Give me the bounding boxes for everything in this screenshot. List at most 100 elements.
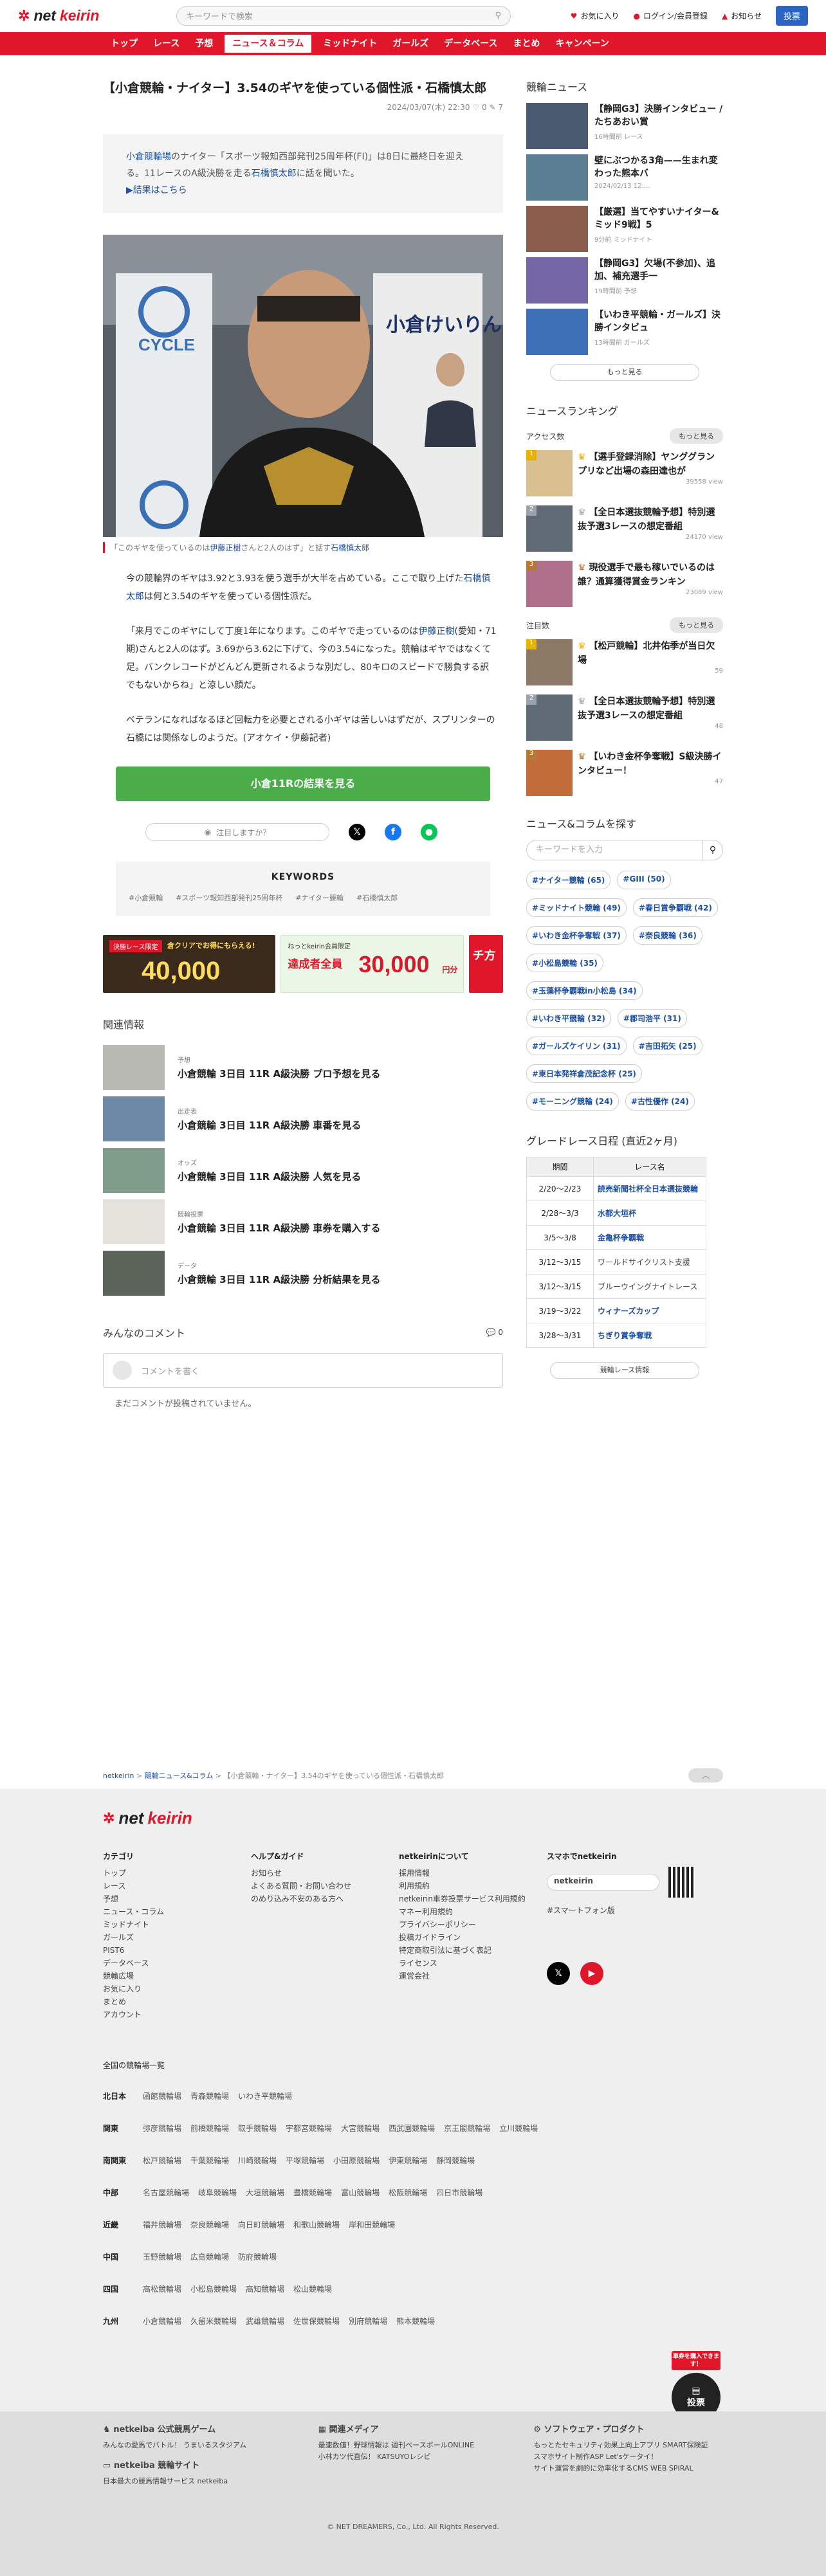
crumb-news[interactable]: 競輪ニュース&コラム bbox=[145, 1772, 214, 1780]
favorite-link[interactable]: ♥ お気に入り bbox=[571, 10, 620, 21]
campaign-banner[interactable]: チ方 bbox=[468, 935, 503, 993]
search-icon[interactable]: ⚲ bbox=[702, 840, 723, 860]
keyword-tag[interactable]: #小倉競輪 bbox=[129, 893, 163, 903]
track-link[interactable]: 平塚競輪場 bbox=[286, 2155, 324, 2166]
nav-campaign[interactable]: キャンペーン bbox=[548, 32, 617, 55]
related-item[interactable]: 予想 小倉競輪 3日目 11R A級決勝 プロ予想を見る bbox=[103, 1042, 503, 1093]
news-more-button[interactable]: もっと見る bbox=[550, 364, 699, 381]
track-link[interactable]: 富山競輪場 bbox=[341, 2187, 380, 2198]
post-button[interactable]: 投票 bbox=[775, 6, 808, 26]
footer-link[interactable]: 小林カツ代直伝！ KATSUYOレシピ bbox=[318, 2451, 508, 2463]
track-link[interactable]: 小倉競輪場 bbox=[126, 152, 171, 162]
rider-link[interactable]: 石橋慎太郎 bbox=[252, 168, 297, 179]
youtube-icon[interactable]: ▶ bbox=[580, 1962, 603, 1985]
ranking-item[interactable]: 1 ♛ 【松戸競輪】北井佑季が当日欠場 59 bbox=[526, 639, 723, 685]
footer-link[interactable]: #スマートフォン版 bbox=[547, 1904, 695, 1917]
track-link[interactable]: 玉野競輪場 bbox=[143, 2251, 181, 2262]
track-link[interactable]: 熊本競輪場 bbox=[396, 2316, 435, 2327]
race-result-button[interactable]: 小倉11Rの結果を見る bbox=[116, 766, 490, 801]
ranking-more-button[interactable]: もっと見る bbox=[670, 617, 723, 633]
ranking-more-button[interactable]: もっと見る bbox=[670, 428, 723, 444]
tag-link[interactable]: #玉藻杯争覇戦in小松島 (34) bbox=[526, 981, 643, 1000]
footer-link[interactable]: 利用規約 bbox=[399, 1880, 547, 1892]
footer-link[interactable]: ミッドナイト bbox=[103, 1918, 251, 1931]
news-item[interactable]: 【厳選】当てやすいナイター&ミッド9戦】5 9分前 ミッドナイト bbox=[526, 206, 723, 252]
footer-link[interactable]: 日本最大の競馬情報サービス netkeiba bbox=[103, 2476, 293, 2487]
campaign-banner[interactable]: ねっとkeirin会員限定 達成者全員 30,000 円分 bbox=[280, 935, 464, 993]
chevron-up-icon[interactable]: ︿ bbox=[688, 1768, 723, 1782]
track-link[interactable]: 広島競輪場 bbox=[190, 2251, 229, 2262]
tag-link[interactable]: #郡司浩平 (31) bbox=[617, 1009, 687, 1028]
track-link[interactable]: 京王閣競輪場 bbox=[444, 2123, 490, 2134]
comment-input[interactable]: コメントを書く bbox=[103, 1353, 503, 1388]
track-link[interactable]: 別府競輪場 bbox=[349, 2316, 387, 2327]
track-link[interactable]: 久留米競輪場 bbox=[190, 2316, 237, 2327]
footer-link[interactable]: お気に入り bbox=[103, 1982, 251, 1995]
ranking-item[interactable]: 2 ♛ 【全日本選抜競輪予想】特別選抜予選3レースの想定番組 24170 view bbox=[526, 505, 723, 552]
track-link[interactable]: 千葉競輪場 bbox=[190, 2155, 229, 2166]
ranking-item[interactable]: 2 ♛ 【全日本選抜競輪予想】特別選抜予選3レースの想定番組 48 bbox=[526, 694, 723, 741]
result-link[interactable]: ▶結果はこちら bbox=[126, 185, 187, 195]
track-link[interactable]: 奈良競輪場 bbox=[190, 2219, 229, 2230]
track-link[interactable]: 高知競輪場 bbox=[246, 2283, 284, 2294]
login-link[interactable]: ● ログイン/会員登録 bbox=[633, 10, 708, 21]
footer-link[interactable]: アカウント bbox=[103, 2008, 251, 2021]
tag-link[interactable]: #モーニング競輪 (24) bbox=[526, 1092, 619, 1111]
comment-icon[interactable]: ✎ bbox=[489, 103, 495, 112]
track-link[interactable]: 大宮競輪場 bbox=[341, 2123, 380, 2134]
track-link[interactable]: 西武園競輪場 bbox=[389, 2123, 435, 2134]
related-item[interactable]: オッズ 小倉競輪 3日目 11R A級決勝 人気を見る bbox=[103, 1145, 503, 1196]
track-link[interactable]: 和歌山競輪場 bbox=[293, 2219, 340, 2230]
track-link[interactable]: 四日市競輪場 bbox=[436, 2187, 482, 2198]
footer-link[interactable]: ライセンス bbox=[399, 1957, 547, 1970]
track-link[interactable]: いわき平競輪場 bbox=[238, 2091, 292, 2101]
track-link[interactable]: 松戸競輪場 bbox=[143, 2155, 181, 2166]
track-link[interactable]: 青森競輪場 bbox=[190, 2091, 229, 2101]
footer-link[interactable]: まとめ bbox=[103, 1995, 251, 2008]
track-link[interactable]: 小松島競輪場 bbox=[190, 2283, 237, 2294]
rider-link[interactable]: 伊藤正樹 bbox=[418, 626, 454, 637]
grade-more-button[interactable]: 競輪レース情報 bbox=[550, 1362, 699, 1379]
news-item[interactable]: 【静岡G3】決勝インタビュー / たちあおい賞 16時間前 レース bbox=[526, 103, 723, 149]
news-item[interactable]: 壁にぶつかる3角——生まれ変わった熊本バ 2024/02/13 12:… bbox=[526, 154, 723, 201]
rider-link[interactable]: 伊藤正樹 bbox=[210, 543, 241, 552]
follow-button[interactable]: ◉ 注目しますか？ bbox=[145, 823, 329, 841]
track-link[interactable]: 宇都宮競輪場 bbox=[286, 2123, 332, 2134]
track-link[interactable]: 向日町競輪場 bbox=[238, 2219, 284, 2230]
tag-link[interactable]: #いわき金杯争奪戦 (37) bbox=[526, 926, 627, 945]
track-link[interactable]: 防府競輪場 bbox=[238, 2251, 277, 2262]
x-share-icon[interactable]: 𝕏 bbox=[349, 824, 365, 840]
track-link[interactable]: 岸和田競輪場 bbox=[349, 2219, 395, 2230]
news-item[interactable]: 【静岡G3】欠場(不参加)、追加、補充選手一 19時間前 予想 bbox=[526, 257, 723, 304]
footer-link[interactable]: 採用情報 bbox=[399, 1867, 547, 1880]
footer-link[interactable]: お知らせ bbox=[251, 1867, 399, 1880]
sp-search-input[interactable]: netkeirin bbox=[547, 1874, 659, 1891]
track-link[interactable]: 佐世保競輪場 bbox=[293, 2316, 340, 2327]
x-icon[interactable]: 𝕏 bbox=[547, 1962, 570, 1985]
notice-link[interactable]: ▲ お知らせ bbox=[722, 10, 762, 21]
track-link[interactable]: 小田原競輪場 bbox=[333, 2155, 380, 2166]
facebook-share-icon[interactable]: f bbox=[385, 824, 401, 840]
nav-news[interactable]: ニュース＆コラム bbox=[223, 33, 313, 54]
track-link[interactable]: 立川競輪場 bbox=[499, 2123, 538, 2134]
footer-link[interactable]: サイト運営を劇的に効率化するCMS WEB SPIRAL bbox=[533, 2463, 723, 2474]
footer-link[interactable]: レース bbox=[103, 1880, 251, 1892]
footer-link[interactable]: PIST6 bbox=[103, 1944, 251, 1957]
footer-link[interactable]: データベース bbox=[103, 1957, 251, 1970]
track-link[interactable]: 大垣競輪場 bbox=[246, 2187, 284, 2198]
tag-link[interactable]: #奈良競輪 (36) bbox=[632, 926, 702, 945]
track-link[interactable]: 小倉競輪場 bbox=[143, 2316, 181, 2327]
footer-link[interactable]: マネー利用規約 bbox=[399, 1905, 547, 1918]
search-icon[interactable]: ⚲ bbox=[495, 11, 501, 21]
tag-link[interactable]: #ミッドナイト競輪 (49) bbox=[526, 898, 627, 917]
tag-link[interactable]: #ナイター競輪 (65) bbox=[526, 871, 611, 889]
like-icon[interactable]: ♡ bbox=[472, 103, 479, 112]
ranking-item[interactable]: 3 ♛ 現役選手で最も稼いでいるのは誰？通算獲得賞金ランキン 23089 view bbox=[526, 561, 723, 607]
news-search-input[interactable]: キーワードを入力 bbox=[526, 840, 702, 860]
track-link[interactable]: 函館競輪場 bbox=[143, 2091, 181, 2101]
keyword-tag[interactable]: #スポーツ報知西部発刊25周年杯 bbox=[176, 893, 282, 903]
footer-logo[interactable]: ✲ net keirin bbox=[103, 1808, 244, 1828]
nav-midnight[interactable]: ミッドナイト bbox=[315, 32, 385, 55]
crumb-home[interactable]: netkeirin bbox=[103, 1772, 134, 1780]
footer-link[interactable]: トップ bbox=[103, 1867, 251, 1880]
